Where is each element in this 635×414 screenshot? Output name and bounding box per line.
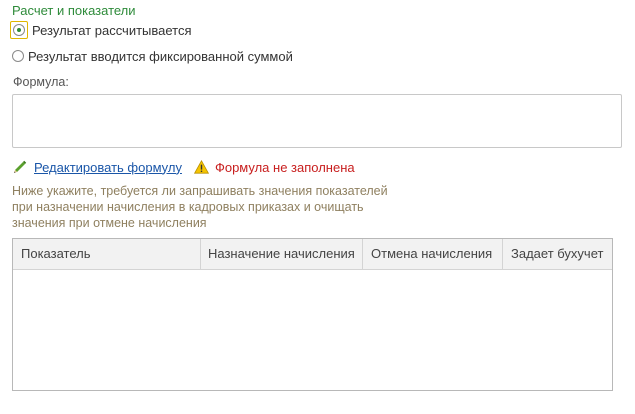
radio-focus-frame <box>10 21 28 39</box>
hint-text: Ниже укажите, требуется ли запрашивать з… <box>12 183 432 231</box>
radio-label-fixed-sum[interactable]: Результат вводится фиксированной суммой <box>28 49 293 64</box>
formula-label: Формула: <box>13 75 69 89</box>
hint-line: Ниже укажите, требуется ли запрашивать з… <box>12 184 388 198</box>
column-header-accounting[interactable]: Задает бухучет <box>503 239 612 269</box>
warning-icon <box>193 160 209 174</box>
radio-result-fixed-sum[interactable]: Результат вводится фиксированной суммой <box>12 46 293 66</box>
radio-button-checked[interactable] <box>13 24 25 36</box>
section-title: Расчет и показатели <box>12 3 136 18</box>
indicators-table[interactable]: Показатель Назначение начисления Отмена … <box>12 238 613 391</box>
edit-formula-row: Редактировать формулу Формула не заполне… <box>12 157 355 177</box>
column-header-assignment[interactable]: Назначение начисления <box>201 239 363 269</box>
pencil-icon <box>14 160 27 173</box>
radio-result-calculated[interactable]: Результат рассчитывается <box>10 20 192 40</box>
column-header-cancellation[interactable]: Отмена начисления <box>363 239 503 269</box>
warning-text: Формула не заполнена <box>214 159 355 175</box>
formula-warning: Формула не заполнена <box>193 159 355 175</box>
table-header: Показатель Назначение начисления Отмена … <box>13 239 612 270</box>
table-body[interactable] <box>13 270 612 390</box>
formula-input[interactable] <box>12 94 622 148</box>
edit-formula-link[interactable]: Редактировать формулу <box>34 160 182 175</box>
radio-label-calculated[interactable]: Результат рассчитывается <box>32 23 192 38</box>
radio-button-unchecked[interactable] <box>12 50 24 62</box>
hint-line: значения при отмене начисления <box>12 216 207 230</box>
column-header-indicator[interactable]: Показатель <box>13 239 201 269</box>
hint-line: при назначении начисления в кадровых при… <box>12 200 364 214</box>
